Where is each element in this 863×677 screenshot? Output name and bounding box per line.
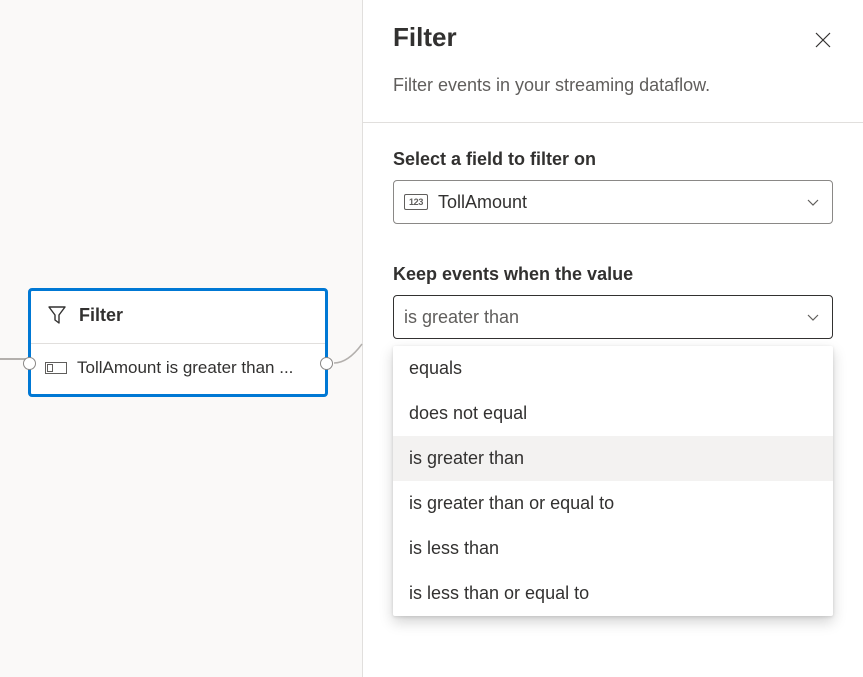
condition-option[interactable]: is less than or equal to xyxy=(393,571,833,616)
filter-node-body[interactable]: TollAmount is greater than ... xyxy=(31,344,325,394)
condition-option[interactable]: does not equal xyxy=(393,391,833,436)
close-icon xyxy=(814,31,832,49)
filter-node-header[interactable]: Filter xyxy=(31,291,325,343)
filter-node-title: Filter xyxy=(79,305,123,326)
field-select[interactable]: 123 TollAmount xyxy=(393,180,833,224)
field-select-label: Select a field to filter on xyxy=(393,149,833,170)
filter-node[interactable]: Filter TollAmount is greater than ... xyxy=(28,288,328,397)
condition-dropdown[interactable]: equalsdoes not equalis greater thanis gr… xyxy=(393,346,833,616)
chevron-down-icon xyxy=(806,195,820,209)
diagram-canvas[interactable]: Filter TollAmount is greater than ... xyxy=(0,0,363,677)
close-button[interactable] xyxy=(809,26,837,54)
node-port-out[interactable] xyxy=(320,357,333,370)
node-port-in[interactable] xyxy=(23,357,36,370)
panel-body: Select a field to filter on 123 TollAmou… xyxy=(363,123,863,365)
field-icon xyxy=(45,361,67,375)
condition-option[interactable]: is greater than or equal to xyxy=(393,481,833,526)
condition-option[interactable]: is greater than xyxy=(393,436,833,481)
funnel-icon xyxy=(45,303,69,327)
connector-line-out xyxy=(328,340,368,380)
chevron-down-icon xyxy=(806,310,820,324)
app-root: Filter TollAmount is greater than ... Fi xyxy=(0,0,863,677)
condition-option[interactable]: equals xyxy=(393,346,833,391)
field-select-value: TollAmount xyxy=(438,192,806,213)
condition-select-value: is greater than xyxy=(404,307,806,328)
condition-option[interactable]: is less than xyxy=(393,526,833,571)
condition-select-label: Keep events when the value xyxy=(393,264,833,285)
panel-subtitle: Filter events in your streaming dataflow… xyxy=(393,75,833,96)
filter-node-summary: TollAmount is greater than ... xyxy=(77,358,293,378)
config-panel: Filter Filter events in your streaming d… xyxy=(363,0,863,677)
panel-header: Filter Filter events in your streaming d… xyxy=(363,0,863,123)
panel-title: Filter xyxy=(393,22,833,53)
numeric-type-badge-icon: 123 xyxy=(404,194,428,210)
condition-select[interactable]: is greater than xyxy=(393,295,833,339)
field-select-group: Select a field to filter on 123 TollAmou… xyxy=(393,149,833,224)
condition-select-group: Keep events when the value is greater th… xyxy=(393,264,833,339)
